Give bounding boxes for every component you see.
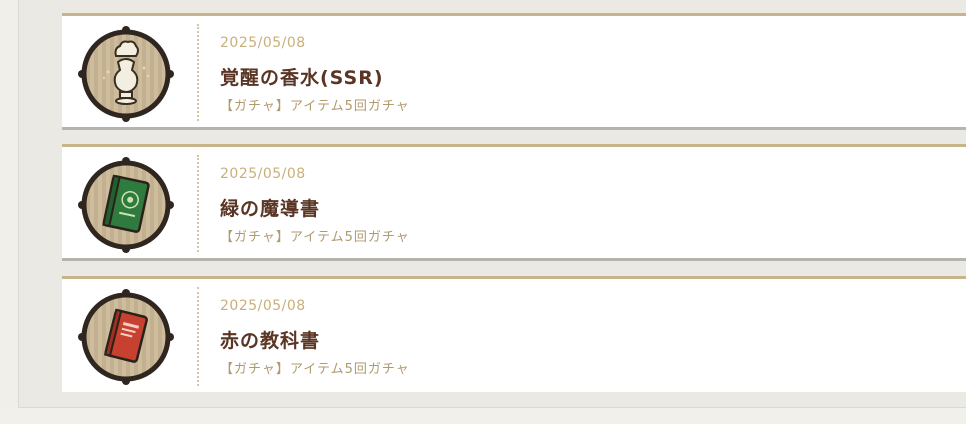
item-date: 2025/05/08 [220,166,306,182]
item-name: 赤の教科書 [220,330,321,352]
item-source: 【ガチャ】アイテム5回ガチャ [220,99,410,114]
item-date: 2025/05/08 [220,298,306,314]
page: 2025/05/08 覚醒の香水(SSR) 【ガチャ】アイテム5回ガチャ 202… [0,0,966,424]
item-source: 【ガチャ】アイテム5回ガチャ [220,230,410,245]
item-name: 覚醒の香水(SSR) [220,67,384,89]
item-date: 2025/05/08 [220,35,306,51]
green-grimoire-icon [78,157,174,253]
divider [197,155,199,252]
list-item[interactable]: 2025/05/08 赤の教科書 【ガチャ】アイテム5回ガチャ [62,276,966,392]
list-item[interactable]: 2025/05/08 覚醒の香水(SSR) 【ガチャ】アイテム5回ガチャ [62,13,966,130]
page-bottom-strip [0,408,966,424]
item-source: 【ガチャ】アイテム5回ガチャ [220,362,410,377]
item-name: 緑の魔導書 [220,198,321,220]
divider [197,24,199,121]
perfume-vase-icon [78,26,174,122]
divider [197,287,199,386]
red-textbook-icon [78,289,174,385]
list-item[interactable]: 2025/05/08 緑の魔導書 【ガチャ】アイテム5回ガチャ [62,144,966,261]
